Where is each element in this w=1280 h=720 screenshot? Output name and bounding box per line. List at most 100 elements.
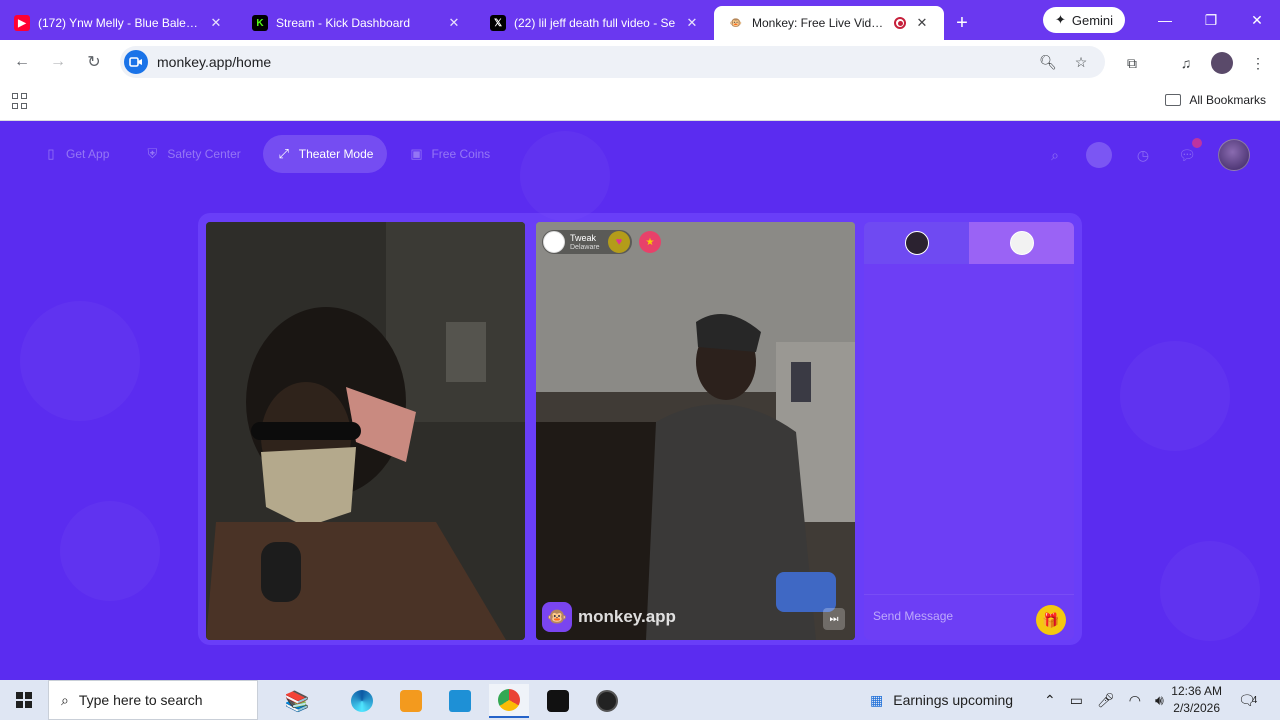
url-text: monkey.app/home bbox=[157, 54, 272, 70]
monkey-icon: 🐵 bbox=[729, 17, 743, 29]
obs-icon[interactable] bbox=[587, 684, 627, 718]
youtube-icon: ▶ bbox=[14, 15, 30, 31]
back-icon[interactable]: ← bbox=[10, 50, 34, 74]
close-icon[interactable]: ✕ bbox=[914, 15, 930, 31]
address-bar[interactable]: monkey.app/home 🔍︎ ☆ bbox=[120, 46, 1105, 78]
monkey-logo-icon: 🐵 bbox=[542, 602, 572, 632]
tab-title: Stream - Kick Dashboard bbox=[276, 16, 411, 30]
remote-avatar bbox=[1009, 231, 1034, 255]
profile-avatar[interactable] bbox=[1211, 52, 1233, 74]
heart-icon[interactable]: ♥ bbox=[608, 231, 630, 253]
self-avatar bbox=[904, 231, 929, 255]
search-highlight-icon[interactable]: 📚 bbox=[262, 684, 332, 718]
close-window-button[interactable]: ✕ bbox=[1234, 0, 1280, 40]
send-message-bar[interactable]: Send Message 🎁 bbox=[864, 594, 1074, 640]
cast-icon[interactable]: ⧉ bbox=[1121, 52, 1143, 74]
reload-icon[interactable]: ↻ bbox=[82, 50, 106, 74]
forward-icon[interactable]: → bbox=[46, 50, 70, 74]
tab-monkey[interactable]: 🐵 Monkey: Free Live Video Ch ✕ bbox=[714, 6, 944, 40]
search-icon[interactable]: ⌕ bbox=[1042, 142, 1068, 168]
zoom-icon[interactable]: 🔍︎ bbox=[1038, 52, 1058, 72]
local-video bbox=[206, 222, 525, 640]
watermark-text: monkey.app bbox=[578, 607, 676, 626]
expand-icon: ⤢ bbox=[278, 146, 289, 161]
notification-center-button[interactable]: 🗨︎ 4 bbox=[1238, 680, 1257, 720]
chat-panel: Send Message 🎁 bbox=[864, 222, 1074, 640]
edge-icon[interactable] bbox=[342, 684, 382, 718]
tab-title: Monkey: Free Live Video Ch bbox=[752, 16, 886, 30]
gemini-label: Gemini bbox=[1071, 12, 1114, 28]
notepad-icon[interactable] bbox=[440, 684, 480, 718]
tab-x[interactable]: 𝕏 (22) lil jeff death full video - Se ✕ bbox=[476, 6, 714, 40]
safety-center-button[interactable]: ⛨ Safety Center bbox=[131, 135, 254, 173]
gemini-icon: ✦ bbox=[1054, 12, 1066, 27]
remote-user-name: Tweak bbox=[570, 232, 597, 243]
fl-studio-icon[interactable] bbox=[391, 684, 431, 718]
get-app-button[interactable]: ▯ Get App bbox=[30, 135, 123, 173]
chat-tab-self[interactable] bbox=[864, 222, 969, 264]
start-button[interactable] bbox=[0, 680, 48, 720]
date: 2/3/2026 bbox=[1173, 701, 1220, 715]
all-bookmarks-button[interactable]: All Bookmarks bbox=[1165, 93, 1266, 107]
close-icon[interactable]: ✕ bbox=[208, 15, 224, 31]
news-text: Earnings upcoming bbox=[893, 692, 1014, 708]
notification-count: 4 bbox=[1251, 694, 1258, 706]
safety-center-label: Safety Center bbox=[167, 147, 241, 161]
remote-user-badge[interactable]: Tweak Delaware ♥ bbox=[542, 230, 632, 254]
history-icon[interactable]: ◷ bbox=[1130, 142, 1156, 168]
capcut-icon[interactable] bbox=[538, 684, 578, 718]
system-tray: ⌃ ▭ 🎤︎ ◠ 🔊︎ bbox=[1044, 680, 1164, 720]
close-icon[interactable]: ✕ bbox=[684, 15, 700, 31]
restore-button[interactable]: ❐ bbox=[1188, 0, 1234, 40]
taskbar: ⌕ Type here to search 📚 ▦ Earnings upcom… bbox=[0, 680, 1280, 720]
remote-user-location: Delaware bbox=[570, 243, 600, 251]
tab-title: (22) lil jeff death full video - Se bbox=[514, 16, 676, 30]
gemini-button[interactable]: ✦ Gemini bbox=[1043, 7, 1125, 33]
volume-icon[interactable]: 🔊︎ bbox=[1155, 692, 1164, 709]
chevron-up-icon[interactable]: ⌃ bbox=[1044, 692, 1056, 709]
site-info-icon[interactable] bbox=[124, 50, 148, 74]
recording-icon bbox=[894, 17, 906, 29]
bookmark-star-icon[interactable]: ☆ bbox=[1071, 52, 1091, 72]
clock[interactable]: 12:36 AM 2/3/2026 bbox=[1171, 683, 1222, 717]
chat-tabs bbox=[864, 222, 1074, 264]
site-nav: ▯ Get App ⛨ Safety Center ⤢ Theater Mode… bbox=[30, 135, 504, 173]
coin-icon[interactable] bbox=[1086, 142, 1112, 168]
flag-icon[interactable]: ★ bbox=[639, 231, 661, 253]
remote-video-frame bbox=[536, 222, 855, 640]
chat-tab-remote[interactable] bbox=[969, 222, 1074, 264]
apps-icon[interactable] bbox=[12, 93, 28, 109]
tab-kick[interactable]: K Stream - Kick Dashboard ✕ bbox=[238, 6, 476, 40]
bookmarks-bar: All Bookmarks bbox=[0, 84, 1280, 121]
theater-mode-button[interactable]: ⤢ Theater Mode bbox=[262, 135, 388, 173]
meet-icon[interactable]: ▭ bbox=[1070, 692, 1083, 709]
windows-icon bbox=[16, 692, 32, 708]
kick-icon: K bbox=[252, 15, 268, 31]
shield-icon: ⛨ bbox=[147, 146, 158, 161]
tab-title: (172) Ynw Melly - Blue Balenciaga bbox=[38, 16, 200, 30]
media-controls-icon[interactable]: ♫ bbox=[1175, 52, 1197, 74]
chat-icon[interactable]: 💬︎ bbox=[1174, 138, 1202, 168]
menu-icon[interactable]: ⋮ bbox=[1247, 52, 1269, 74]
taskbar-search[interactable]: ⌕ Type here to search bbox=[48, 680, 258, 720]
gift-icon[interactable]: 🎁 bbox=[1036, 605, 1066, 635]
monkey-watermark: 🐵 monkey.app bbox=[542, 602, 676, 632]
all-bookmarks-label: All Bookmarks bbox=[1189, 93, 1266, 107]
chrome-icon[interactable] bbox=[489, 684, 529, 718]
news-widget[interactable]: ▦ Earnings upcoming bbox=[870, 680, 1013, 720]
minimize-button[interactable]: — bbox=[1142, 0, 1188, 40]
taskbar-search-placeholder: Type here to search bbox=[78, 692, 203, 708]
new-tab-button[interactable]: + bbox=[944, 6, 980, 40]
user-avatar[interactable] bbox=[1218, 139, 1250, 171]
notification-dot bbox=[1192, 138, 1202, 148]
mic-icon[interactable]: 🎤︎ bbox=[1097, 692, 1115, 709]
skip-button[interactable]: ⏭ bbox=[823, 608, 845, 630]
send-message-input[interactable]: Send Message bbox=[873, 609, 953, 623]
close-icon[interactable]: ✕ bbox=[446, 15, 462, 31]
news-icon: ▦ bbox=[870, 691, 884, 708]
tab-youtube[interactable]: ▶ (172) Ynw Melly - Blue Balenciaga ✕ bbox=[0, 6, 238, 40]
folder-icon bbox=[1165, 94, 1182, 106]
wifi-icon[interactable]: ◠ bbox=[1129, 692, 1141, 709]
free-coins-button[interactable]: ▣ Free Coins bbox=[395, 135, 504, 173]
phone-icon: ▯ bbox=[47, 146, 55, 161]
